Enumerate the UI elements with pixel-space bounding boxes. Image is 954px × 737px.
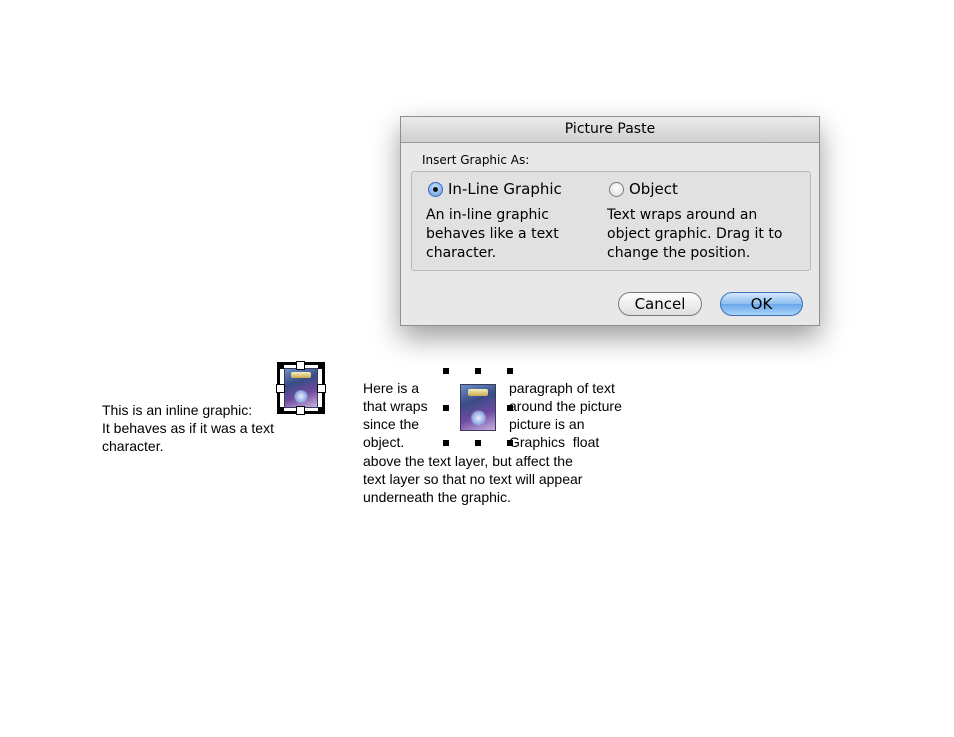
object-label[interactable]: Object — [629, 180, 678, 198]
selection-handle[interactable] — [443, 405, 449, 411]
insert-graphic-as-label: Insert Graphic As: — [422, 153, 530, 167]
wrap-text-left: Here is a that wraps since the object. — [363, 380, 428, 450]
selection-handle[interactable] — [507, 405, 513, 411]
selection-handle[interactable] — [443, 368, 449, 374]
resize-handle[interactable] — [318, 407, 325, 414]
resize-handle[interactable] — [296, 361, 305, 370]
selection-handle[interactable] — [507, 368, 513, 374]
ok-button[interactable]: OK — [720, 292, 803, 316]
resize-handle[interactable] — [277, 362, 284, 369]
cancel-button[interactable]: Cancel — [618, 292, 702, 316]
inline-graphic-description: An in-line graphic behaves like a text c… — [426, 207, 559, 261]
resize-handle[interactable] — [296, 406, 305, 415]
picture-paste-dialog: Picture Paste Insert Graphic As: In-Line… — [400, 116, 820, 326]
resize-handle[interactable] — [318, 362, 325, 369]
wrap-text-right: paragraph of text around the picture pic… — [509, 380, 622, 450]
inline-graphic-label[interactable]: In-Line Graphic — [448, 180, 562, 198]
insert-options-group: In-Line Graphic Object An in-line graphi… — [411, 171, 811, 271]
inline-graphic-picture[interactable] — [276, 361, 326, 415]
inline-graphic-option[interactable]: In-Line Graphic — [428, 180, 562, 198]
dialog-title[interactable]: Picture Paste — [401, 117, 819, 143]
book-cover-image — [284, 368, 318, 408]
object-graphic-picture[interactable] — [460, 384, 496, 431]
selection-handle[interactable] — [443, 440, 449, 446]
object-radio[interactable] — [609, 181, 624, 197]
selection-handle[interactable] — [475, 368, 481, 374]
resize-handle[interactable] — [276, 384, 285, 393]
inline-graphic-radio[interactable] — [428, 181, 443, 197]
wrap-text-bottom: above the text layer, but affect the tex… — [363, 453, 583, 505]
object-option[interactable]: Object — [609, 180, 678, 198]
selection-handle[interactable] — [507, 440, 513, 446]
resize-handle[interactable] — [277, 407, 284, 414]
resize-handle[interactable] — [317, 384, 326, 393]
object-description: Text wraps around an object graphic. Dra… — [607, 207, 783, 261]
inline-graphic-paragraph: This is an inline graphic: It behaves as… — [102, 402, 274, 454]
selection-handle[interactable] — [475, 440, 481, 446]
